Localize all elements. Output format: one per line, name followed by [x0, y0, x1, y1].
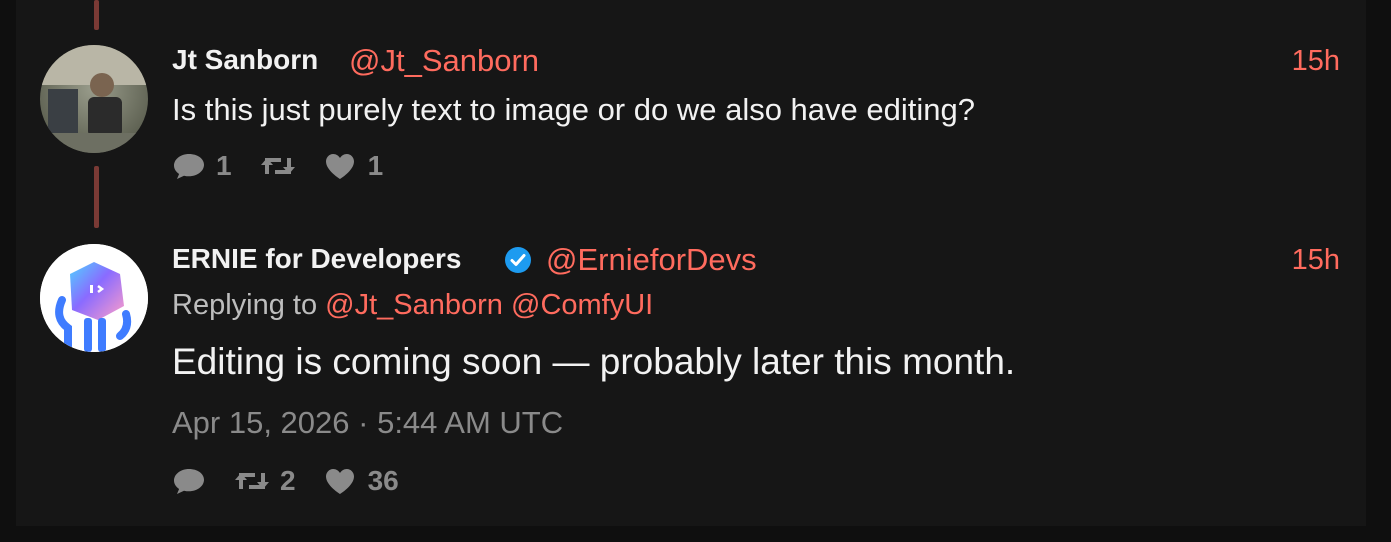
heart-icon: [325, 469, 354, 494]
avatar[interactable]: [40, 45, 148, 153]
author-handle[interactable]: @Jt_Sanborn: [349, 43, 539, 79]
reply-count: 1: [216, 150, 232, 181]
retweet-icon: [260, 158, 295, 174]
reply-button[interactable]: [172, 466, 206, 496]
like-button[interactable]: 36: [324, 465, 399, 497]
tweet-actions: 2 36: [172, 465, 399, 497]
tweet-time[interactable]: 15h: [1220, 244, 1340, 277]
heart-icon: [325, 154, 354, 179]
avatar[interactable]: [40, 244, 148, 352]
author-name[interactable]: Jt Sanborn: [172, 44, 318, 76]
tweet-time[interactable]: 15h: [1220, 45, 1340, 78]
replying-to: Replying to @Jt_Sanborn @ComfyUI: [172, 289, 653, 322]
reply-button[interactable]: 1: [172, 150, 232, 182]
retweet-button[interactable]: 2: [234, 465, 296, 497]
like-count: 36: [367, 465, 399, 496]
author-handle[interactable]: @ErnieforDevs: [546, 242, 757, 278]
tweet-actions: 1 1: [172, 150, 383, 182]
retweet-button[interactable]: [260, 152, 296, 180]
reply-icon: [174, 469, 204, 494]
robot-mascot-avatar-icon: [40, 244, 148, 352]
thread-connector-middle: [94, 166, 99, 228]
retweet-icon: [235, 473, 269, 489]
like-button[interactable]: 1: [324, 150, 384, 182]
reply-icon: [174, 154, 204, 179]
verified-badge-icon: [505, 247, 531, 273]
like-count: 1: [367, 150, 384, 181]
tweet-text: Is this just purely text to image or do …: [172, 92, 975, 127]
tweet-text: Editing is coming soon — probably later …: [172, 341, 1016, 382]
replying-prefix: Replying to: [172, 289, 318, 321]
replying-to-link-jt-sanborn[interactable]: @Jt_Sanborn: [325, 289, 503, 321]
retweet-count: 2: [280, 465, 296, 496]
replying-to-link-comfyui[interactable]: @ComfyUI: [511, 289, 653, 321]
person-photo-avatar-icon: [40, 45, 148, 153]
thread-connector-top: [94, 0, 99, 30]
tweet-date[interactable]: Apr 15, 2026 · 5:44 AM UTC: [172, 405, 563, 441]
author-name[interactable]: ERNIE for Developers: [172, 243, 461, 275]
